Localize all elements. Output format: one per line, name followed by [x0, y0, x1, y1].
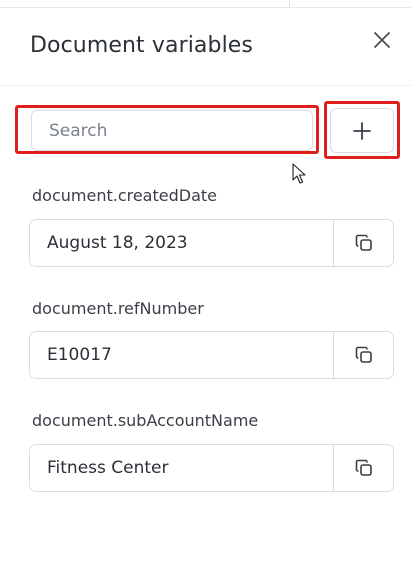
add-highlight — [324, 101, 400, 159]
mouse-cursor-icon — [292, 163, 306, 184]
close-icon — [374, 32, 390, 48]
copy-icon — [355, 459, 372, 476]
add-variable-button[interactable] — [330, 108, 394, 153]
copy-button[interactable] — [333, 445, 393, 491]
document-variables-panel: Document variables document.createdDate … — [0, 8, 411, 586]
panel-header: Document variables — [0, 8, 411, 86]
variable-field: E10017 — [29, 331, 394, 379]
search-input[interactable] — [31, 110, 313, 151]
copy-button[interactable] — [333, 220, 393, 266]
variable-value: E10017 — [47, 345, 112, 365]
variable-name: document.subAccountName — [32, 411, 259, 430]
plus-icon — [353, 121, 371, 140]
close-button[interactable] — [370, 28, 394, 52]
top-strip-divider — [289, 0, 290, 8]
copy-button[interactable] — [333, 332, 393, 378]
panel-title: Document variables — [30, 33, 253, 58]
variable-name: document.refNumber — [32, 299, 204, 318]
variable-field: August 18, 2023 — [29, 219, 394, 267]
variable-value: Fitness Center — [47, 458, 169, 478]
variable-name: document.createdDate — [32, 186, 217, 205]
variable-field: Fitness Center — [29, 444, 394, 492]
top-strip — [0, 0, 411, 8]
copy-icon — [355, 346, 372, 363]
search-highlight — [15, 105, 319, 154]
variable-value: August 18, 2023 — [47, 233, 188, 253]
copy-icon — [355, 234, 372, 251]
